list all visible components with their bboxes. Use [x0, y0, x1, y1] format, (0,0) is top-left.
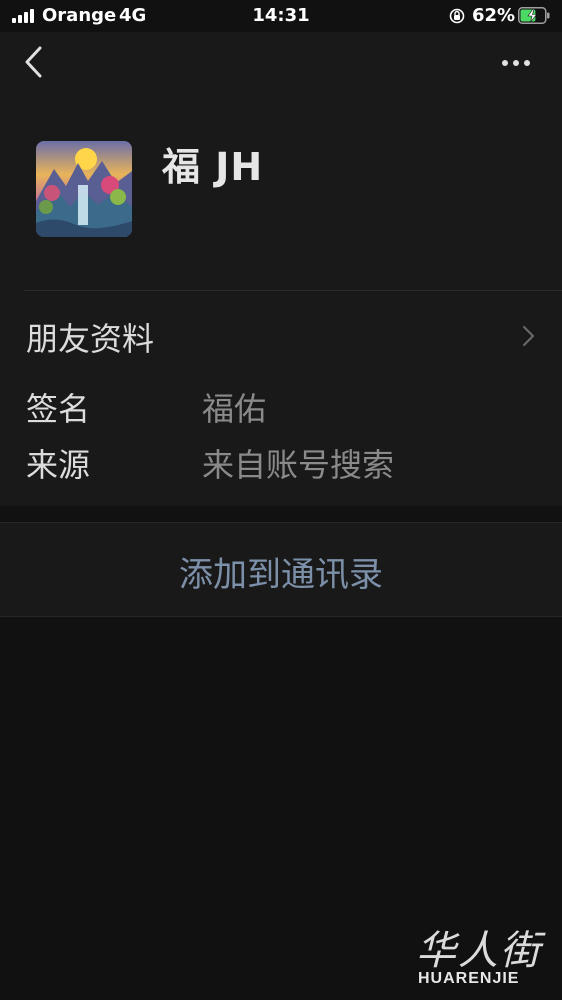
friend-profile-title: 朋友资料	[26, 320, 155, 358]
back-button[interactable]	[14, 44, 54, 84]
orientation-lock-icon	[449, 8, 465, 24]
divider	[24, 290, 562, 291]
avatar[interactable]	[36, 141, 132, 237]
signature-value: 福佑	[202, 390, 267, 428]
chevron-left-icon	[25, 46, 42, 78]
friend-info-section: 朋友资料 签名 福佑 来源 来自账号搜索	[0, 290, 562, 506]
profile-header: 福 JH	[0, 96, 562, 290]
watermark: 华人街 HUARENJIE	[408, 918, 558, 998]
section-gap	[0, 506, 562, 522]
battery-charging-icon	[518, 7, 550, 24]
more-button[interactable]	[494, 44, 538, 84]
source-label: 来源	[26, 446, 91, 484]
signature-label: 签名	[26, 390, 91, 428]
watermark-logo: 华人街	[416, 928, 542, 974]
add-to-contacts-button[interactable]: 添加到通讯录	[0, 522, 562, 617]
source-value: 来自账号搜索	[202, 446, 395, 484]
more-dots-icon	[502, 60, 530, 66]
navigation-bar	[0, 32, 562, 96]
contact-name: 福 JH	[162, 145, 264, 189]
add-to-contacts-label: 添加到通讯录	[179, 555, 383, 595]
watermark-text: HUARENJIE	[418, 970, 520, 987]
battery-percent: 62%	[472, 5, 516, 26]
chevron-right-icon	[518, 324, 538, 348]
status-bar: Orange 4G 14:31 62%	[0, 0, 562, 32]
